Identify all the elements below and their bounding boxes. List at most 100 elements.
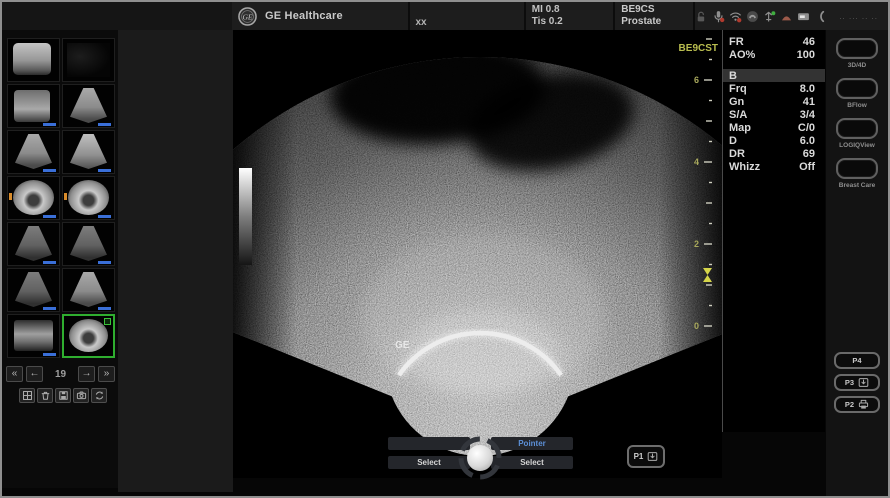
p4-label: P4 [852,356,861,365]
probe-label: BE9CST [679,43,718,54]
ge-logo-icon: GE [238,7,257,26]
signal-mound-icon [780,10,793,23]
thumbnail[interactable] [62,314,115,358]
print-key-group: P4 P3 P2 [826,352,888,413]
svg-text:6: 6 [694,75,699,85]
thumbnail-tag [98,169,111,172]
thumbnail-tag [98,307,111,310]
orientation-marker [64,193,67,200]
brand-text: GE Healthcare [265,10,343,22]
p2-button[interactable]: P2 [834,396,880,413]
param-value: 6.0 [800,135,815,147]
thumbnail[interactable] [7,222,60,266]
p4-button[interactable]: P4 [834,352,880,369]
grid-view-button[interactable] [19,388,35,403]
trackball[interactable] [467,445,493,471]
prev-page-button[interactable]: ← [26,366,43,382]
mi-value: MI 0.8 [532,4,613,16]
mode-button-breastcare[interactable] [836,158,878,179]
mode-button-bflow[interactable] [836,78,878,99]
patient-id-text: xx [416,17,427,28]
delete-button[interactable] [37,388,53,403]
thumbnail[interactable] [7,314,60,358]
brand-section: GE GE Healthcare [232,2,410,30]
param-row: D 6.0 [723,134,825,147]
param-value: 8.0 [800,83,815,95]
patient-id-section[interactable]: xx [410,2,526,30]
thumbnail-tag [43,307,56,310]
param-row: Whizz Off [723,160,825,173]
thumbnail-tag [98,261,111,264]
thumbnail-tag [43,261,56,264]
mode-label: 3D/4D [848,62,866,69]
acoustic-output-section: MI 0.8 Tis 0.2 [526,2,615,30]
tis-value: Tis 0.2 [532,16,613,28]
mic-icon [712,10,725,23]
first-page-button[interactable]: « [6,366,23,382]
svg-text:4: 4 [694,157,699,167]
sync-button[interactable] [91,388,107,403]
status-icon-tray: .. ... .. .. [695,2,888,30]
thumbnail-tag [98,123,111,126]
clipboard-sidebar: « ← 19 → » [2,30,118,488]
param-value: 69 [803,148,815,160]
mode-label: LOGIQView [839,142,875,149]
thumbnail-tag [43,353,56,356]
save-icon [58,390,69,401]
thumbnail[interactable] [7,268,60,312]
param-label: DR [729,148,745,160]
thumbnail[interactable] [7,176,60,220]
mode-key-bflow: BFlow [826,78,888,109]
last-page-button[interactable]: » [98,366,115,382]
param-row: Map C/0 [723,121,825,134]
camera-icon [76,390,87,401]
mode-key-3d4d: 3D/4D [826,38,888,69]
topbar: GE GE Healthcare xx MI 0.8 Tis 0.2 BE9CS… [232,2,888,30]
thumbnail[interactable] [7,130,60,174]
thumbnail-tag [43,169,56,172]
param-label: B [729,70,737,82]
thumbnail[interactable] [62,222,115,266]
thumbnail[interactable] [62,130,115,174]
thumbnail[interactable] [62,268,115,312]
p1-button[interactable]: P1 [627,445,665,468]
param-row: Frq 8.0 [723,82,825,95]
param-value: 100 [797,49,815,61]
svg-text:2: 2 [694,239,699,249]
page-number: 19 [46,369,75,380]
camera-button[interactable] [73,388,89,403]
param-label: Frq [729,83,747,95]
param-value: 3/4 [800,109,815,121]
mode-label: BFlow [847,102,867,109]
export-icon [647,451,658,462]
mode-button-3d4d[interactable] [836,38,878,59]
topbar-left-filler [2,2,232,30]
next-page-button[interactable]: → [78,366,95,382]
preset-section: BE9CS Prostate [615,2,695,30]
param-value: C/0 [798,122,815,134]
p2-label: P2 [845,400,854,409]
save-button[interactable] [55,388,71,403]
export-icon [858,377,869,388]
p3-button[interactable]: P3 [834,374,880,391]
mode-button-logiqview[interactable] [836,118,878,139]
param-row-mode-b: B [723,69,825,82]
wifi-icon [729,10,742,23]
thumbnail[interactable] [62,84,115,128]
printer-icon [858,399,869,410]
param-label: Map [729,122,751,134]
thumbnail[interactable] [62,38,115,82]
thumbnail-pager: « ← 19 → » [6,366,115,382]
thumbnail[interactable] [7,38,60,82]
param-value: 41 [803,96,815,108]
param-row: FR 46 [723,35,825,48]
mode-key-logiqview: LOGIQView [826,118,888,149]
thumbnail[interactable] [7,84,60,128]
thumbnail[interactable] [62,176,115,220]
ultrasound-display[interactable]: BE9CST GE 6 [233,30,722,478]
sync-icon [94,390,105,401]
param-label: FR [729,36,744,48]
left-panel-strip [118,30,233,492]
param-value: Off [799,161,815,173]
param-label: AO% [729,49,755,61]
